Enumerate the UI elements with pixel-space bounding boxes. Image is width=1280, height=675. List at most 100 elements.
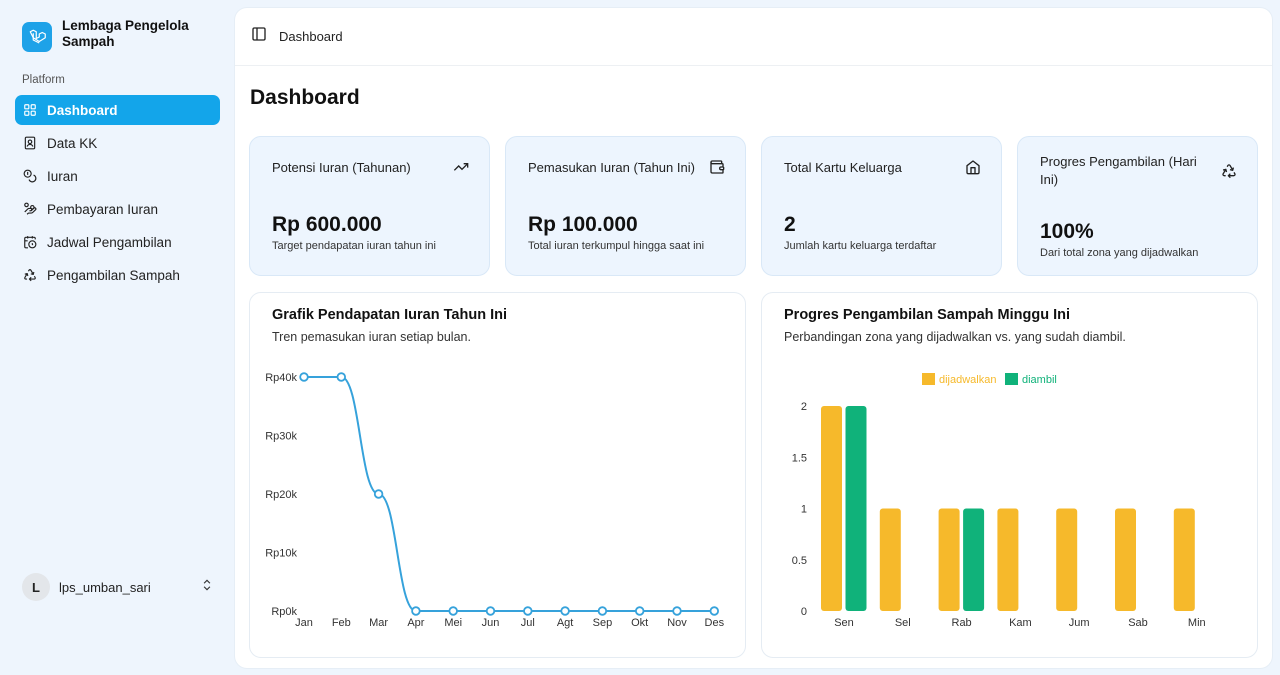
stat-card-progres: Progres Pengambilan (Hari Ini) 100% Dari… (1017, 136, 1258, 276)
series-line (304, 376, 715, 612)
hand-coins-icon (22, 201, 38, 217)
wallet-icon (709, 159, 725, 175)
trending-up-icon (453, 159, 469, 175)
y-tick-label: Rp40k (265, 372, 297, 384)
sidebar-item-pembayaran-iuran[interactable]: Pembayaran Iuran (15, 194, 220, 224)
data-point[interactable] (336, 372, 346, 382)
x-tick-label: Mei (444, 617, 462, 629)
stat-card-kartu-keluarga: Total Kartu Keluarga 2 Jumlah kartu kelu… (761, 136, 1002, 276)
legend-label: dijadwalkan (939, 374, 996, 386)
bar-dijadwalkan[interactable] (821, 406, 842, 611)
bar-diambil[interactable] (845, 406, 867, 611)
x-tick-label: Okt (631, 617, 648, 629)
sidebar-toggle-icon[interactable] (251, 26, 267, 47)
data-point[interactable] (560, 606, 570, 616)
sidebar-nav: Dashboard Data KK Iuran Pembayaran Iuran… (15, 95, 220, 293)
x-tick-label: Sab (1128, 617, 1148, 629)
card-subtitle: Total iuran terkumpul hingga saat ini (528, 240, 705, 252)
y-tick-label: 2 (801, 401, 807, 413)
data-point[interactable] (523, 606, 533, 616)
sidebar-item-label: Pembayaran Iuran (47, 201, 159, 217)
x-tick-label: Apr (407, 617, 424, 629)
y-tick-label: 1 (801, 504, 807, 516)
sidebar-item-label: Pengambilan Sampah (47, 267, 180, 283)
bar-dijadwalkan[interactable] (1115, 508, 1136, 612)
legend-label: diambil (1022, 374, 1057, 386)
x-tick-label: Jul (521, 617, 535, 629)
recycle-icon (1221, 163, 1237, 179)
sidebar-item-label: Dashboard (47, 102, 118, 118)
sidebar-item-dashboard[interactable]: Dashboard (15, 95, 220, 125)
data-point[interactable] (635, 606, 645, 616)
home-icon (965, 159, 981, 175)
y-tick-label: Rp20k (265, 489, 297, 501)
breadcrumb[interactable]: Dashboard (279, 29, 343, 44)
main-content: Dashboard Dashboard Potensi Iuran (Tahun… (235, 8, 1272, 668)
data-point[interactable] (709, 606, 719, 616)
x-tick-label: Sen (834, 617, 854, 629)
recycle-icon (22, 267, 38, 283)
income-line-chart: Rp0k Rp10k Rp20k Rp30k Rp40k Jan Feb Mar Apr Mei J… (265, 372, 725, 629)
x-tick-label: Mar (369, 617, 388, 629)
brand-name: Lembaga Pengelola Sampah (62, 18, 189, 49)
data-point[interactable] (485, 606, 496, 616)
x-tick-label: Feb (332, 617, 351, 629)
laravel-logo-icon (22, 22, 52, 52)
bar-dijadwalkan[interactable] (879, 508, 901, 612)
chevrons-up-down-icon (200, 578, 214, 597)
x-tick-label: Sep (593, 617, 613, 629)
data-point[interactable] (597, 606, 608, 616)
bar-diambil[interactable] (963, 508, 985, 612)
user-menu[interactable]: L lps_umban_sari (22, 572, 214, 602)
data-point[interactable] (299, 372, 309, 382)
bar-dijadwalkan[interactable] (997, 508, 1019, 612)
sidebar-item-pengambilan-sampah[interactable]: Pengambilan Sampah (15, 260, 220, 290)
sidebar-item-data-kk[interactable]: Data KK (15, 128, 220, 158)
x-tick-label: Sel (895, 617, 911, 629)
y-tick-label: Rp0k (271, 606, 297, 618)
card-value: 2 (784, 213, 796, 236)
card-title: Potensi Iuran (Tahunan) (272, 160, 411, 175)
data-point[interactable] (672, 606, 682, 616)
data-point[interactable] (373, 489, 384, 499)
bar-dijadwalkan[interactable] (938, 508, 960, 612)
legend-swatch (1005, 373, 1018, 385)
x-tick-label: Agt (557, 617, 574, 629)
card-value: 100% (1040, 220, 1094, 243)
card-subtitle: Target pendapatan iuran tahun ini (272, 240, 436, 252)
bar-dijadwalkan[interactable] (1056, 508, 1078, 612)
x-tick-label: Jun (482, 617, 500, 629)
card-value: Rp 100.000 (528, 213, 638, 236)
sidebar-item-jadwal-pengambilan[interactable]: Jadwal Pengambilan (15, 227, 220, 257)
contact-card-icon (22, 135, 38, 151)
pickup-bar-chart: 0 0.5 1 1.5 2 Sen Sel Rab Kam Jum Sab Min dijadwalka… (792, 373, 1206, 629)
section-label: Platform (22, 74, 65, 86)
card-title: Progres Pengambilan (Hari Ini) (1040, 154, 1197, 187)
brand[interactable]: Lembaga Pengelola Sampah (22, 18, 202, 52)
stat-card-potensi: Potensi Iuran (Tahunan) Rp 600.000 Targe… (249, 136, 490, 276)
x-tick-label: Des (705, 617, 725, 629)
x-tick-label: Jum (1069, 617, 1090, 629)
y-tick-label: Rp30k (265, 431, 297, 443)
x-tick-label: Nov (667, 617, 687, 629)
sidebar: Lembaga Pengelola Sampah Platform Dashbo… (0, 0, 234, 675)
y-tick-label: Rp10k (265, 548, 297, 560)
x-tick-label: Jan (295, 617, 313, 629)
sidebar-item-label: Iuran (47, 168, 78, 184)
income-chart-panel: Grafik Pendapatan Iuran Tahun Ini Tren p… (249, 292, 746, 658)
sidebar-item-label: Data KK (47, 135, 98, 151)
card-subtitle: Dari total zona yang dijadwalkan (1040, 247, 1199, 259)
card-title: Pemasukan Iuran (Tahun Ini) (528, 160, 695, 175)
data-point[interactable] (448, 606, 458, 616)
legend-swatch (922, 373, 935, 385)
sidebar-item-iuran[interactable]: Iuran (15, 161, 220, 191)
bar-dijadwalkan[interactable] (1173, 508, 1195, 612)
card-subtitle: Jumlah kartu keluarga terdaftar (784, 240, 937, 252)
user-name: lps_umban_sari (59, 579, 151, 595)
data-point[interactable] (411, 606, 421, 616)
x-tick-label: Min (1188, 617, 1206, 629)
card-value: Rp 600.000 (272, 213, 382, 236)
x-tick-label: Rab (952, 617, 972, 629)
sidebar-item-label: Jadwal Pengambilan (47, 234, 172, 250)
stat-card-pemasukan: Pemasukan Iuran (Tahun Ini) Rp 100.000 T… (505, 136, 746, 276)
